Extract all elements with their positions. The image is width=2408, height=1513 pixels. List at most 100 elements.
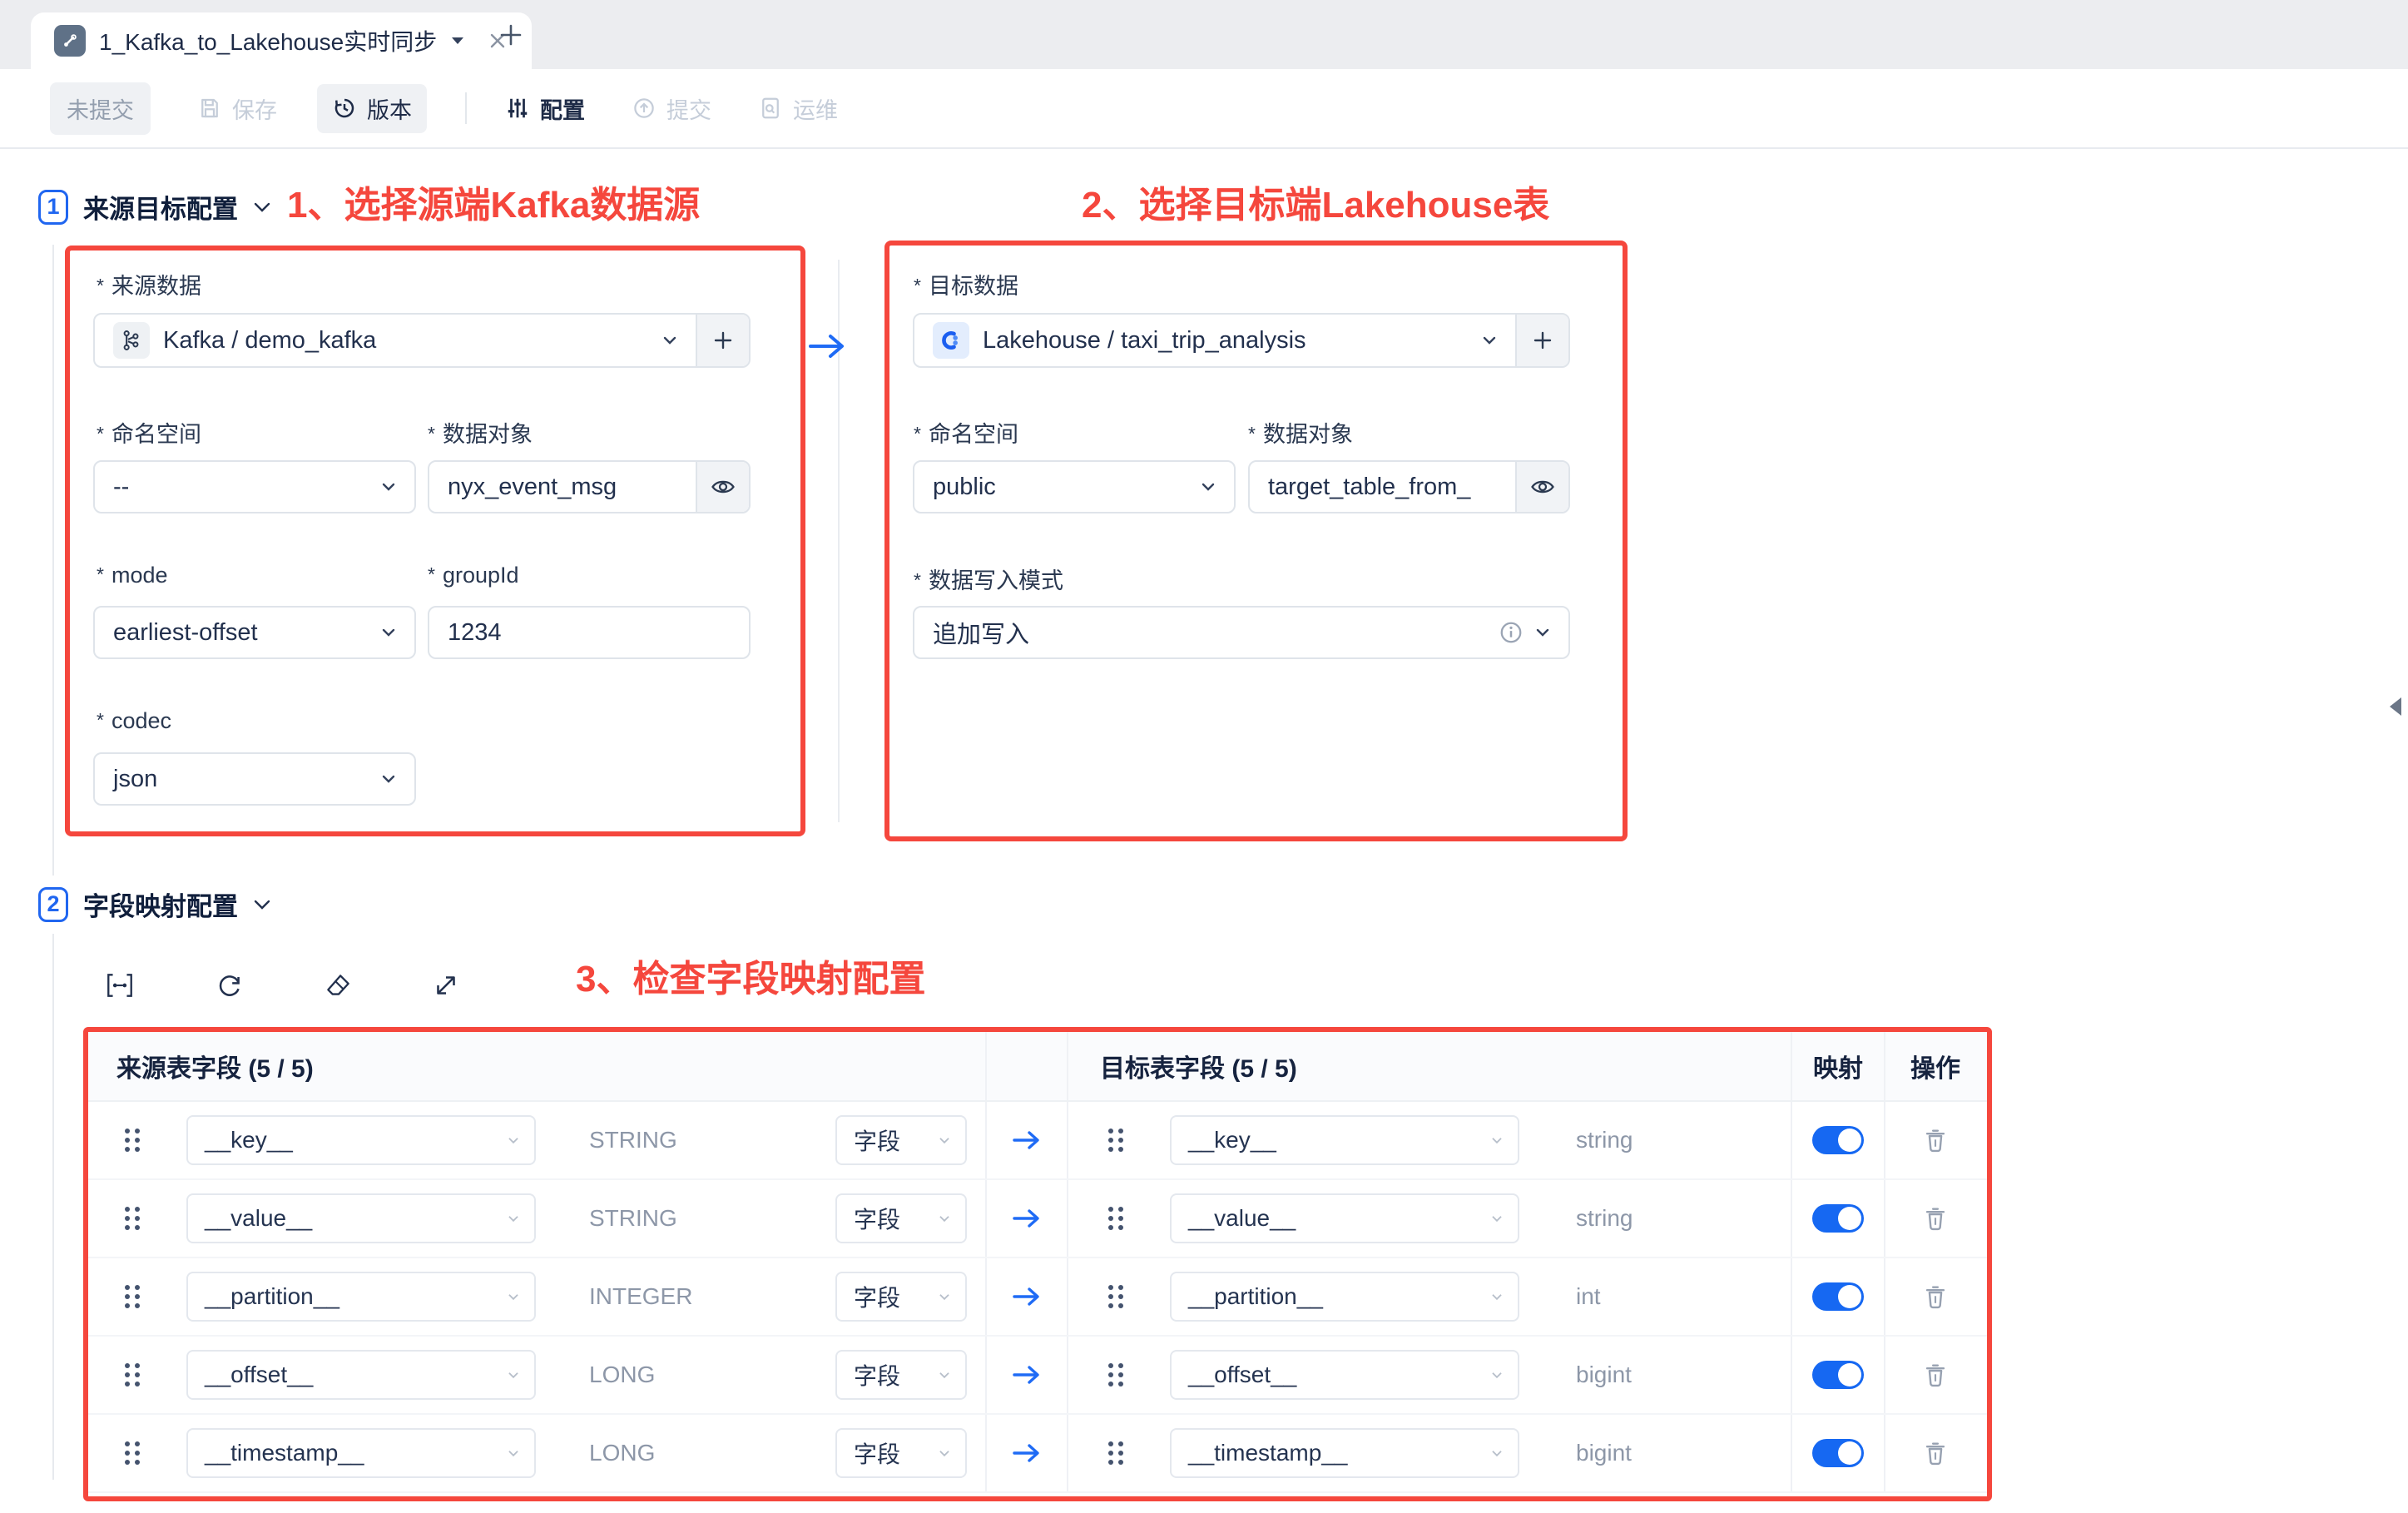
row-mapping-arrow-icon bbox=[985, 1102, 1068, 1178]
mapping-toggle[interactable] bbox=[1812, 1439, 1864, 1467]
source-field-select[interactable]: __key__ bbox=[186, 1115, 536, 1165]
mapping-row: __partition__ INTEGER 字段 __partition__ i… bbox=[88, 1258, 1987, 1337]
source-mode-select[interactable]: earliest-offset bbox=[93, 606, 416, 659]
expand-mapping-button[interactable] bbox=[426, 965, 466, 1005]
drag-handle-icon[interactable] bbox=[125, 1363, 140, 1387]
mapping-toggle[interactable] bbox=[1812, 1126, 1864, 1154]
row-mapping-arrow-icon bbox=[985, 1180, 1068, 1257]
field-kind-select[interactable]: 字段 bbox=[835, 1272, 967, 1322]
delete-row-button[interactable] bbox=[1921, 1439, 1950, 1467]
drag-handle-icon[interactable] bbox=[125, 1285, 140, 1308]
version-button[interactable]: 版本 bbox=[317, 84, 427, 133]
config-button[interactable]: 配置 bbox=[505, 92, 585, 125]
trash-icon bbox=[1921, 1439, 1950, 1467]
source-groupid-label: *groupId bbox=[428, 563, 519, 588]
source-field-type: STRING bbox=[589, 1205, 789, 1232]
target-write-mode-label: *数据写入模式 bbox=[914, 563, 1063, 595]
source-field-type: LONG bbox=[589, 1362, 789, 1388]
drag-handle-icon[interactable] bbox=[125, 1207, 140, 1230]
arrow-column-header bbox=[985, 1032, 1068, 1100]
target-datasource-select[interactable]: Lakehouse / taxi_trip_analysis bbox=[913, 313, 1570, 368]
annotation-step1: 1、选择源端Kafka数据源 bbox=[287, 175, 700, 228]
source-field-select[interactable]: __value__ bbox=[186, 1193, 536, 1243]
section-guide-line-2 bbox=[52, 934, 54, 1480]
source-field-select[interactable]: __offset__ bbox=[186, 1350, 536, 1400]
new-tab-button[interactable] bbox=[489, 15, 533, 55]
pipeline-tab[interactable]: 1_Kafka_to_Lakehouse实时同步 bbox=[31, 12, 532, 69]
status-badge: 未提交 bbox=[50, 82, 151, 135]
preview-object-button[interactable] bbox=[696, 462, 749, 512]
submit-button[interactable]: 提交 bbox=[632, 92, 711, 125]
chevron-down-icon bbox=[661, 331, 679, 350]
ops-button[interactable]: 运维 bbox=[758, 92, 838, 125]
target-field-select[interactable]: __timestamp__ bbox=[1170, 1428, 1519, 1478]
drag-handle-icon[interactable] bbox=[1108, 1207, 1123, 1230]
chevron-down-icon bbox=[379, 478, 398, 496]
drag-handle-icon[interactable] bbox=[1108, 1285, 1123, 1308]
delete-row-button[interactable] bbox=[1921, 1126, 1950, 1154]
refresh-mapping-button[interactable] bbox=[210, 965, 250, 1005]
section-field-mapping-header[interactable]: 2 字段映射配置 bbox=[38, 885, 271, 923]
source-groupid-input[interactable]: 1234 bbox=[428, 606, 751, 659]
target-fields-header: 目标表字段 (5 / 5) bbox=[1068, 1032, 1791, 1100]
field-kind-select[interactable]: 字段 bbox=[835, 1350, 967, 1400]
mapping-column-header: 映射 bbox=[1791, 1032, 1884, 1100]
target-write-mode-select[interactable]: 追加写入 bbox=[913, 606, 1570, 659]
version-history-icon bbox=[332, 96, 357, 121]
mapping-toggle[interactable] bbox=[1812, 1204, 1864, 1233]
drag-handle-icon[interactable] bbox=[1108, 1363, 1123, 1387]
mapping-toggle[interactable] bbox=[1812, 1282, 1864, 1311]
target-field-select[interactable]: __key__ bbox=[1170, 1115, 1519, 1165]
section-one-collapse-icon[interactable] bbox=[253, 201, 271, 213]
kafka-icon bbox=[113, 322, 150, 359]
section-guide-line bbox=[52, 245, 54, 876]
source-field-type: LONG bbox=[589, 1440, 789, 1466]
eye-icon bbox=[1530, 474, 1555, 499]
target-object-label: *数据对象 bbox=[1248, 416, 1353, 449]
add-target-datasource-button[interactable] bbox=[1515, 315, 1568, 366]
add-datasource-button[interactable] bbox=[696, 315, 749, 366]
source-codec-select[interactable]: json bbox=[93, 752, 416, 806]
source-field-type: STRING bbox=[589, 1127, 789, 1153]
drag-handle-icon[interactable] bbox=[125, 1129, 140, 1152]
source-namespace-select[interactable]: -- bbox=[93, 460, 416, 513]
target-object-input[interactable]: target_table_from_ bbox=[1248, 460, 1570, 513]
section-source-target-header[interactable]: 1 来源目标配置 bbox=[38, 188, 271, 226]
section-two-collapse-icon[interactable] bbox=[253, 899, 271, 910]
delete-row-button[interactable] bbox=[1921, 1361, 1950, 1389]
trash-icon bbox=[1921, 1282, 1950, 1311]
chevron-down-icon bbox=[506, 1133, 521, 1148]
drag-handle-icon[interactable] bbox=[1108, 1129, 1123, 1152]
target-field-select[interactable]: __partition__ bbox=[1170, 1272, 1519, 1322]
source-field-select[interactable]: __partition__ bbox=[186, 1272, 536, 1322]
mapping-rows: __key__ STRING 字段 __key__ string bbox=[88, 1102, 1987, 1493]
mapping-toggle[interactable] bbox=[1812, 1361, 1864, 1389]
chevron-down-icon bbox=[937, 1446, 952, 1461]
toolbar-divider bbox=[465, 92, 467, 124]
field-kind-select[interactable]: 字段 bbox=[835, 1428, 967, 1478]
drag-handle-icon[interactable] bbox=[125, 1441, 140, 1465]
clear-mapping-button[interactable] bbox=[318, 965, 358, 1005]
panel-collapse-handle[interactable] bbox=[2390, 697, 2401, 716]
source-field-select[interactable]: __timestamp__ bbox=[186, 1428, 536, 1478]
field-kind-select[interactable]: 字段 bbox=[835, 1193, 967, 1243]
preview-target-object-button[interactable] bbox=[1515, 462, 1568, 512]
row-mapping-arrow-icon bbox=[985, 1258, 1068, 1335]
target-field-type: string bbox=[1576, 1127, 1791, 1153]
info-icon[interactable] bbox=[1499, 620, 1524, 645]
refresh-icon bbox=[214, 970, 245, 1001]
delete-row-button[interactable] bbox=[1921, 1204, 1950, 1233]
target-namespace-select[interactable]: public bbox=[913, 460, 1236, 513]
tab-caret-icon[interactable] bbox=[450, 36, 465, 46]
auto-map-button[interactable] bbox=[100, 965, 140, 1005]
source-object-input[interactable]: nyx_event_msg bbox=[428, 460, 751, 513]
save-button[interactable]: 保存 bbox=[197, 92, 277, 125]
section-one-badge: 1 bbox=[38, 190, 68, 225]
target-field-select[interactable]: __value__ bbox=[1170, 1193, 1519, 1243]
chevron-down-icon bbox=[506, 1289, 521, 1304]
field-kind-select[interactable]: 字段 bbox=[835, 1115, 967, 1165]
source-datasource-select[interactable]: Kafka / demo_kafka bbox=[93, 313, 751, 368]
delete-row-button[interactable] bbox=[1921, 1282, 1950, 1311]
drag-handle-icon[interactable] bbox=[1108, 1441, 1123, 1465]
target-field-select[interactable]: __offset__ bbox=[1170, 1350, 1519, 1400]
